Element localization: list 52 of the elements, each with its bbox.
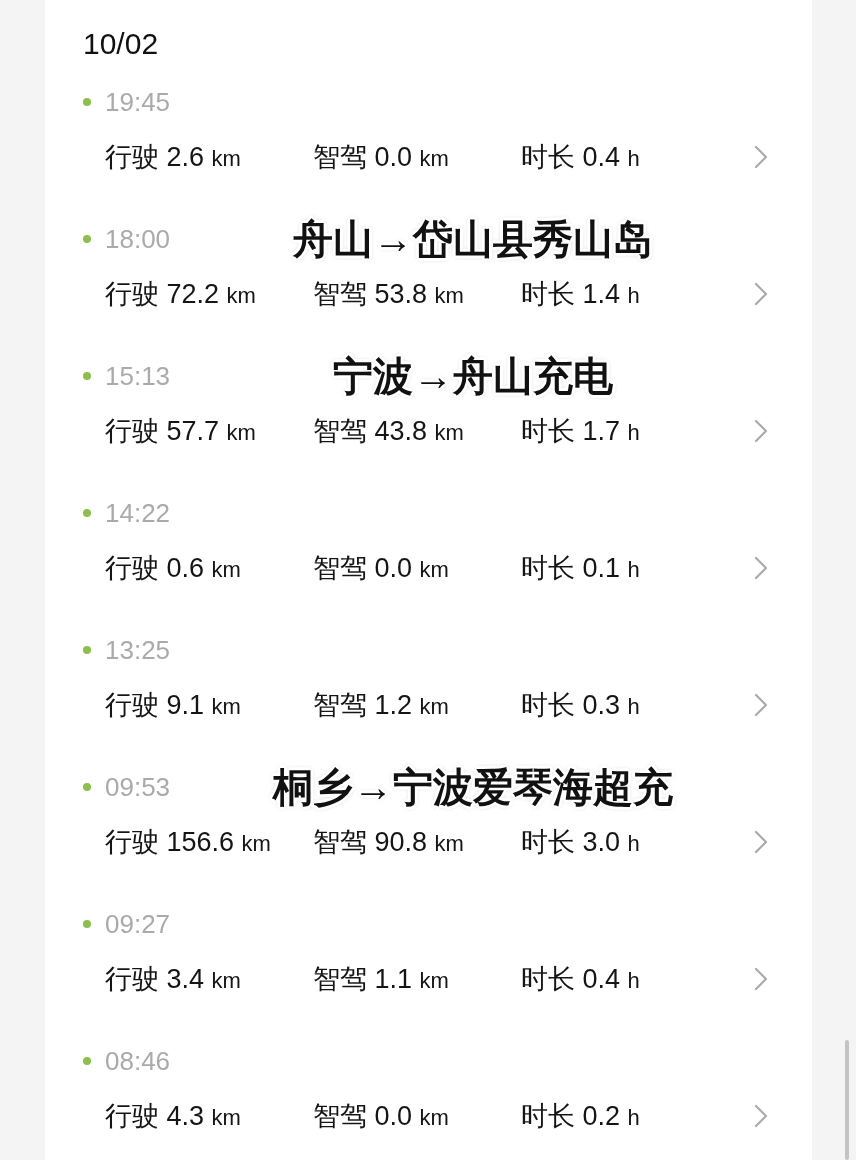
trip-stat: 智驾 43.8 km [313, 414, 465, 448]
timeline-dot [83, 646, 91, 654]
chevron-right-icon[interactable] [754, 693, 768, 717]
trip-stat: 时长 0.1 h [521, 551, 641, 585]
trip-time: 19:45 [105, 85, 171, 119]
timeline-dot [83, 920, 91, 928]
trip-time: 15:13 [105, 359, 171, 393]
timeline-dot [83, 1057, 91, 1065]
trip-time: 13:25 [105, 633, 171, 667]
trip-stat: 行驶 2.6 km [105, 140, 242, 174]
trip-stat: 时长 1.4 h [521, 277, 641, 311]
trip-stat: 行驶 57.7 km [105, 414, 257, 448]
chevron-right-icon[interactable] [754, 419, 768, 443]
timeline-dot [83, 372, 91, 380]
trip-stat: 时长 1.7 h [521, 414, 641, 448]
trip-time: 14:22 [105, 496, 171, 530]
trip-stat: 智驾 1.2 km [313, 688, 450, 722]
trip-stat: 行驶 4.3 km [105, 1099, 242, 1133]
chevron-right-icon[interactable] [754, 967, 768, 991]
timeline-dot [83, 98, 91, 106]
trip-stat: 时长 0.3 h [521, 688, 641, 722]
trip-stat: 行驶 156.6 km [105, 825, 272, 859]
trip-stat: 时长 0.4 h [521, 962, 641, 996]
trip-stat: 智驾 0.0 km [313, 140, 450, 174]
caption-overlay: 舟山→岱山县秀山岛 [293, 216, 653, 263]
trip-stat: 时长 0.4 h [521, 140, 641, 174]
chevron-right-icon[interactable] [754, 145, 768, 169]
chevron-right-icon[interactable] [754, 830, 768, 854]
trip-stat: 行驶 0.6 km [105, 551, 242, 585]
caption-overlay: 桐乡→宁波爱琴海超充 [273, 764, 673, 811]
chevron-right-icon[interactable] [754, 1104, 768, 1128]
timeline-dot [83, 235, 91, 243]
trip-stat: 智驾 1.1 km [313, 962, 450, 996]
trip-stat: 智驾 0.0 km [313, 1099, 450, 1133]
trip-stat: 智驾 0.0 km [313, 551, 450, 585]
trip-time: 09:27 [105, 907, 171, 941]
trip-time: 18:00 [105, 222, 171, 256]
trip-stat: 行驶 72.2 km [105, 277, 257, 311]
trip-stat: 行驶 3.4 km [105, 962, 242, 996]
trip-stat: 智驾 53.8 km [313, 277, 465, 311]
trip-time: 09:53 [105, 770, 171, 804]
chevron-right-icon[interactable] [754, 556, 768, 580]
caption-overlay: 宁波→舟山充电 [333, 353, 613, 400]
trip-time: 08:46 [105, 1044, 171, 1078]
timeline-dot [83, 783, 91, 791]
trip-stat: 时长 3.0 h [521, 825, 641, 859]
trip-stat: 行驶 9.1 km [105, 688, 242, 722]
trip-stat: 智驾 90.8 km [313, 825, 465, 859]
date-heading: 10/02 [83, 26, 160, 62]
chevron-right-icon[interactable] [754, 282, 768, 306]
trip-stat: 时长 0.2 h [521, 1099, 641, 1133]
timeline-dot [83, 509, 91, 517]
